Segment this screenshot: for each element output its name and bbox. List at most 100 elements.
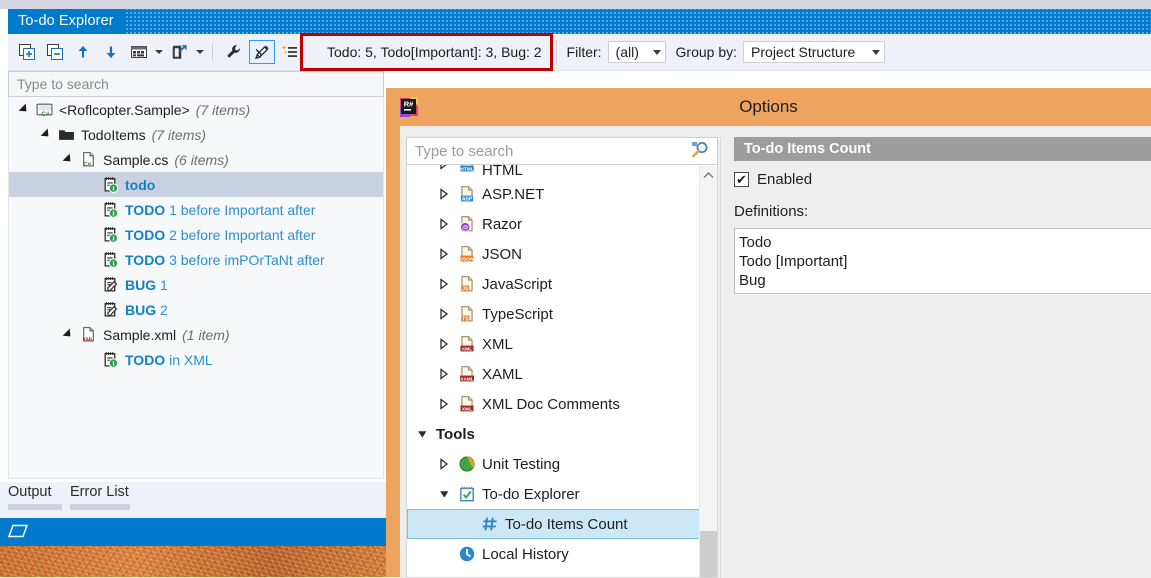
group-by-label: Group by:	[675, 44, 738, 60]
options-tree-item[interactable]: ASP ASP.NET	[407, 179, 717, 209]
todo-count-text: Todo: 5, Todo[Important]: 3, Bug: 2	[327, 44, 542, 60]
settings-button[interactable]	[221, 40, 247, 64]
todo-tree[interactable]: C# <Roflcopter.Sample> (7 items) TodoItems (…	[8, 97, 384, 479]
options-tree-item[interactable]: XML XML	[407, 329, 717, 359]
next-item-button[interactable]	[98, 40, 124, 64]
search-input[interactable]	[8, 71, 384, 97]
options-tree-item[interactable]: To-do Items Count	[407, 509, 717, 539]
export-dropdown-arrow[interactable]	[193, 40, 206, 64]
expander-closed-icon[interactable]	[433, 449, 455, 479]
options-tree-item-label: To-do Explorer	[482, 485, 580, 503]
todo-tree-item-count: (1 item)	[182, 326, 230, 343]
previous-item-button[interactable]	[70, 40, 96, 64]
todo-item-icon	[99, 222, 121, 247]
expander-open-icon[interactable]	[17, 97, 33, 122]
todo-tree-item-label: TODO 2 before Important after	[125, 226, 316, 243]
options-tree-item[interactable]: TS TypeScript	[407, 299, 717, 329]
group-by-value: Project Structure	[751, 44, 856, 60]
expander-open-icon[interactable]	[39, 122, 55, 147]
todo-tree-item[interactable]: TODO 1 before Important after	[9, 197, 383, 222]
options-tree-item-label: Local History	[482, 545, 569, 563]
svg-text:C#: C#	[83, 162, 91, 168]
expander-closed-icon[interactable]	[433, 269, 455, 299]
definitions-list[interactable]: Todo Todo [Important] Bug	[734, 228, 1151, 294]
chevron-down-icon	[652, 49, 661, 55]
todo-tree-item[interactable]: C# Sample.cs (6 items)	[9, 147, 383, 172]
expander-open-icon[interactable]	[61, 147, 77, 172]
options-tree-item[interactable]: XML XML Doc Comments	[407, 389, 717, 419]
local-history-icon	[455, 539, 479, 569]
todo-tree-item[interactable]: XML Sample.xml (1 item)	[9, 322, 383, 347]
todo-search-row	[8, 71, 384, 97]
expander-closed-icon[interactable]	[433, 389, 455, 419]
svg-text:JSON: JSON	[460, 256, 474, 262]
expander-closed-icon[interactable]	[433, 209, 455, 239]
expander-none	[83, 297, 99, 322]
options-search-row	[406, 137, 718, 165]
svg-text:XAML: XAML	[460, 376, 473, 382]
expander-open-icon[interactable]	[61, 322, 77, 347]
definitions-label: Definitions:	[734, 203, 809, 220]
csharp-project-icon: C#	[33, 97, 55, 122]
options-tree-item[interactable]: HTML HTML	[407, 165, 717, 179]
tab-output[interactable]: Output	[8, 482, 62, 518]
options-splitter[interactable]	[720, 137, 725, 578]
expander-closed-icon[interactable]	[433, 239, 455, 269]
grouping-dropdown-arrow[interactable]	[152, 40, 165, 64]
todo-tree-item-label: TODO in XML	[125, 351, 213, 368]
expander-closed-icon[interactable]	[433, 329, 455, 359]
expand-all-button[interactable]	[14, 40, 40, 64]
scrollbar-up-arrow-icon[interactable]	[700, 166, 717, 184]
options-tree-item-label: Razor	[482, 215, 523, 233]
options-tree-item[interactable]: XAML XAML	[407, 359, 717, 389]
filter-combobox[interactable]: (all)	[607, 41, 666, 63]
definition-item[interactable]: Todo	[739, 233, 1151, 252]
collapse-all-button[interactable]	[42, 40, 68, 64]
svg-text:HTML: HTML	[460, 166, 474, 172]
show-items-button[interactable]	[277, 40, 303, 64]
expander-closed-icon[interactable]	[433, 179, 455, 209]
options-tree-item[interactable]: Local History	[407, 539, 717, 569]
todo-tree-item[interactable]: TODO 3 before imPOrTaNt after	[9, 247, 383, 272]
options-tree-item[interactable]: Unit Testing	[407, 449, 717, 479]
enabled-checkbox-row[interactable]: ✔ Enabled	[734, 171, 812, 188]
options-tree-scrollbar[interactable]	[699, 166, 717, 577]
todo-tree-item[interactable]: TodoItems (7 items)	[9, 122, 383, 147]
todo-tree-item[interactable]: todo	[9, 172, 383, 197]
expander-closed-icon[interactable]	[433, 299, 455, 329]
options-tree-item[interactable]: @ Razor	[407, 209, 717, 239]
expander-open-icon[interactable]	[433, 479, 455, 509]
folder-icon	[55, 122, 77, 147]
highlight-toggle-button[interactable]	[249, 40, 275, 64]
chevron-down-icon	[872, 49, 881, 55]
definition-item[interactable]: Todo [Important]	[739, 252, 1151, 271]
csharp-file-icon: C#	[77, 147, 99, 172]
options-tree-item[interactable]: To-do Explorer	[407, 479, 717, 509]
expander-open-icon[interactable]	[411, 419, 433, 449]
scrollbar-thumb[interactable]	[700, 531, 717, 577]
todo-tree-item[interactable]: BUG 1	[9, 272, 383, 297]
options-category-tree[interactable]: HTML HTML ASP ASP.NET @ Razor JSON JSON JS JavaSc…	[406, 165, 718, 578]
todo-item-icon	[99, 197, 121, 222]
todo-tree-item[interactable]: BUG 2	[9, 297, 383, 322]
enabled-checkbox[interactable]: ✔	[734, 172, 749, 187]
expander-closed-icon[interactable]	[433, 165, 455, 179]
todo-tree-item-count: (7 items)	[151, 126, 207, 143]
tab-error-list[interactable]: Error List	[70, 482, 130, 518]
options-search-input[interactable]	[407, 141, 686, 161]
expand-all-icon	[19, 44, 35, 60]
options-tree-item[interactable]: JSON JSON	[407, 239, 717, 269]
todo-tree-item[interactable]: TODO 2 before Important after	[9, 222, 383, 247]
search-icon[interactable]	[686, 140, 717, 163]
options-tree-item[interactable]: Tools	[407, 419, 717, 449]
grouping-button[interactable]	[126, 40, 152, 64]
todo-tree-item[interactable]: TODO in XML	[9, 347, 383, 372]
definition-item[interactable]: Bug	[739, 271, 1151, 290]
group-by-combobox[interactable]: Project Structure	[743, 41, 886, 63]
todo-tree-item[interactable]: C# <Roflcopter.Sample> (7 items)	[9, 97, 383, 122]
options-tree-item[interactable]: JS JavaScript	[407, 269, 717, 299]
html-file-icon: HTML	[455, 165, 479, 179]
export-button[interactable]	[167, 40, 193, 64]
options-dialog-body: HTML HTML ASP ASP.NET @ Razor JSON JSON JS JavaSc…	[400, 126, 1151, 578]
expander-closed-icon[interactable]	[433, 359, 455, 389]
